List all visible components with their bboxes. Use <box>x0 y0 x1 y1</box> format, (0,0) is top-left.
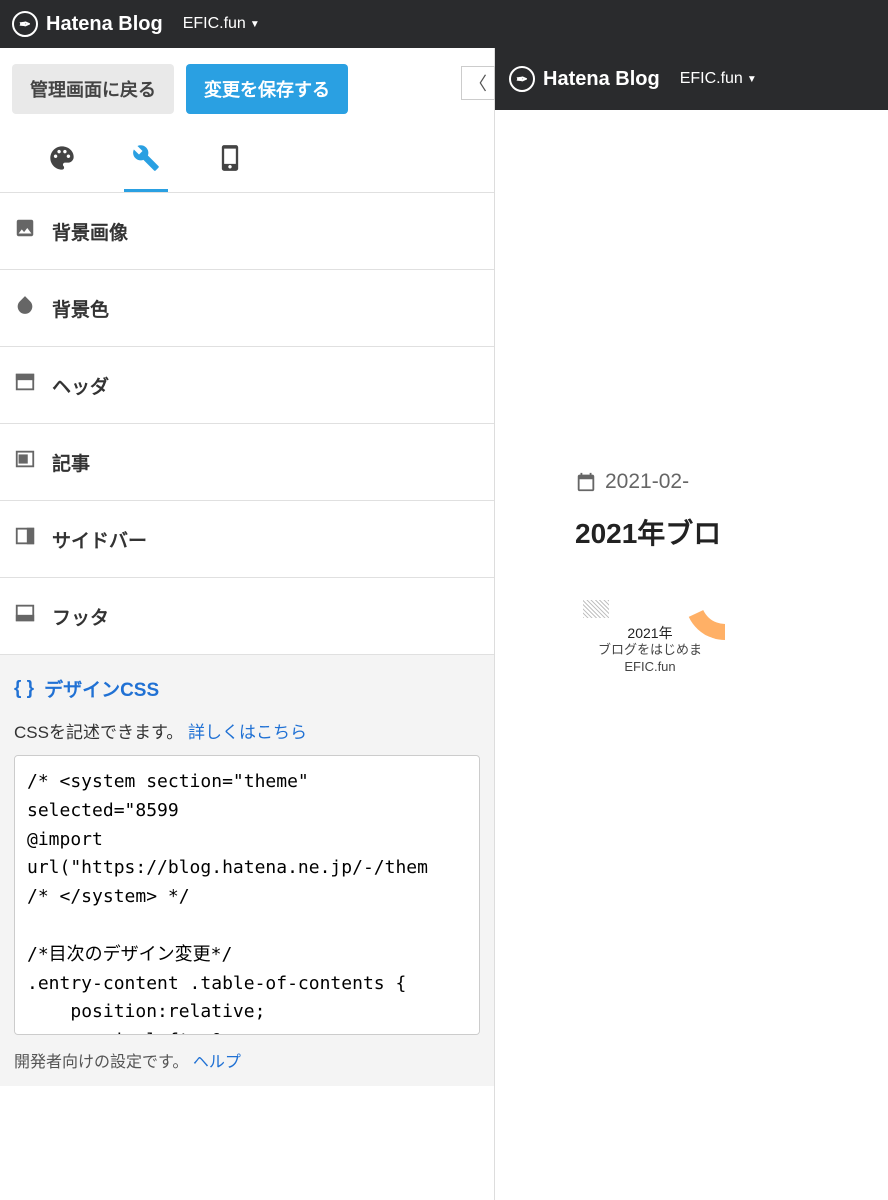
chevron-down-icon: ▼ <box>747 74 757 85</box>
wrench-icon <box>132 144 160 172</box>
article-title[interactable]: 2021年ブロ <box>575 512 878 552</box>
help-link[interactable]: ヘルプ <box>193 1054 241 1071</box>
tab-mobile[interactable] <box>208 130 252 192</box>
collapse-button[interactable]: 〈 <box>461 66 495 100</box>
blog-name: EFIC.fun <box>183 15 246 33</box>
dev-note: 開発者向けの設定です。 ヘルプ <box>14 1048 480 1072</box>
blog-selector[interactable]: EFIC.fun ▼ <box>183 15 260 33</box>
palette-icon <box>48 144 76 172</box>
preview-logo[interactable]: ✒ Hatena Blog <box>509 66 660 92</box>
braces-icon: { } <box>14 678 34 700</box>
action-bar: 管理画面に戻る 変更を保存する <box>0 48 494 130</box>
section-label: 記事 <box>52 449 90 476</box>
section-label: ヘッダ <box>52 372 109 399</box>
css-learn-more-link[interactable]: 詳しくはこちら <box>188 723 307 742</box>
date-text: 2021-02- <box>605 470 689 494</box>
save-button[interactable]: 変更を保存する <box>186 64 348 114</box>
tab-customize[interactable] <box>124 130 168 192</box>
preview-body: 2021-02- 2021年ブロ 2021年 ブログをはじめま EFIC.fun <box>495 110 888 676</box>
chevron-left-icon: 〈 <box>469 70 487 96</box>
css-panel-title[interactable]: { } デザインCSS <box>14 675 480 702</box>
section-label: サイドバー <box>52 526 147 553</box>
chevron-down-icon: ▼ <box>250 19 260 30</box>
mobile-icon <box>216 144 244 172</box>
calendar-icon <box>575 471 597 493</box>
preview-blog-selector[interactable]: EFIC.fun ▼ <box>680 70 757 88</box>
article-date[interactable]: 2021-02- <box>575 470 878 494</box>
section-footer[interactable]: フッタ <box>0 578 494 655</box>
decorative-pattern <box>583 600 609 618</box>
preview-pane: 〈 ✒ Hatena Blog EFIC.fun ▼ 2021-02- 2021… <box>495 48 888 1200</box>
article-thumbnail[interactable]: 2021年 ブログをはじめま EFIC.fun <box>575 580 725 676</box>
section-entry[interactable]: 記事 <box>0 424 494 501</box>
entry-icon <box>14 448 38 476</box>
section-label: 背景色 <box>52 295 109 322</box>
hatena-logo[interactable]: ✒ Hatena Blog <box>12 11 163 37</box>
design-panel: 管理画面に戻る 変更を保存する 背景画像 背景色 <box>0 48 495 1200</box>
section-bg-image[interactable]: 背景画像 <box>0 193 494 270</box>
pen-icon: ✒ <box>12 11 38 37</box>
section-label: フッタ <box>52 603 109 630</box>
header-icon <box>14 371 38 399</box>
css-panel: { } デザインCSS CSSを記述できます。 詳しくはこちら 開発者向けの設定… <box>0 655 494 1086</box>
pen-icon: ✒ <box>509 66 535 92</box>
color-icon <box>14 294 38 322</box>
sidebar-icon <box>14 525 38 553</box>
css-description: CSSを記述できます。 詳しくはこちら <box>14 718 480 743</box>
back-button[interactable]: 管理画面に戻る <box>12 64 174 114</box>
tab-theme[interactable] <box>40 130 84 192</box>
brand-text: Hatena Blog <box>46 13 163 36</box>
footer-icon <box>14 602 38 630</box>
section-header[interactable]: ヘッダ <box>0 347 494 424</box>
image-icon <box>14 217 38 245</box>
section-bg-color[interactable]: 背景色 <box>0 270 494 347</box>
css-textarea[interactable] <box>14 755 480 1035</box>
design-tabs <box>0 130 494 193</box>
preview-topbar: ✒ Hatena Blog EFIC.fun ▼ <box>495 48 888 110</box>
brand-text: Hatena Blog <box>543 68 660 91</box>
section-sidebar[interactable]: サイドバー <box>0 501 494 578</box>
css-title-text: デザインCSS <box>44 675 159 702</box>
global-topbar: ✒ Hatena Blog EFIC.fun ▼ <box>0 0 888 48</box>
section-label: 背景画像 <box>52 218 128 245</box>
